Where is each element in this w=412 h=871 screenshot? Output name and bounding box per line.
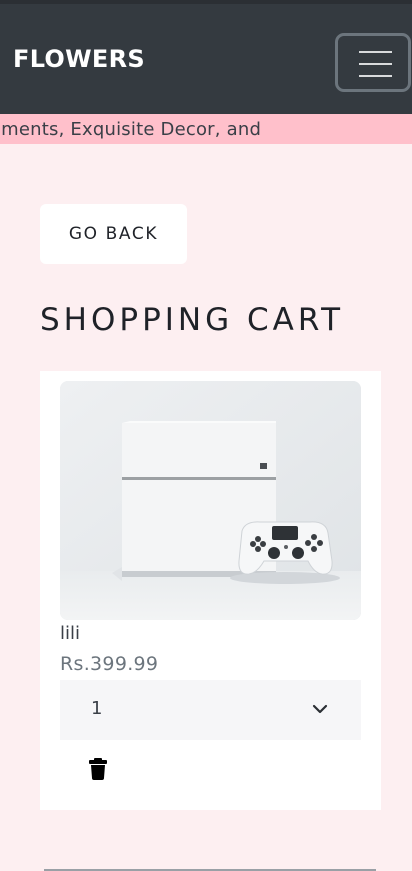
product-price: Rs.399.99 xyxy=(60,653,159,675)
chevron-down-icon xyxy=(312,704,328,714)
hamburger-menu-icon-bar xyxy=(359,75,392,77)
ticker-window: Arrangements, Exquisite Decor, and xyxy=(0,114,262,144)
go-back-button[interactable]: GO BACK xyxy=(40,204,187,264)
console-photo-icon xyxy=(60,381,361,620)
announcement-ticker: Arrangements, Exquisite Decor, and xyxy=(0,114,412,144)
product-name[interactable]: lili xyxy=(60,623,80,644)
navbar: FLOWERS xyxy=(0,0,412,114)
hamburger-menu-icon-bar xyxy=(359,63,392,65)
page-title: SHOPPING CART xyxy=(40,302,345,338)
quantity-select[interactable]: 1 xyxy=(60,680,361,740)
ticker-text: Arrangements, Exquisite Decor, and xyxy=(0,119,262,140)
navbar-toggler-button[interactable] xyxy=(335,33,411,92)
cart-item-card: lili Rs.399.99 1 xyxy=(40,371,381,810)
brand-logo-text[interactable]: FLOWERS xyxy=(13,45,145,73)
hamburger-menu-icon xyxy=(359,51,392,53)
remove-item-button[interactable] xyxy=(85,756,111,782)
quantity-select-value: 1 xyxy=(91,698,103,719)
product-image xyxy=(60,381,361,620)
trash-icon xyxy=(89,758,107,780)
